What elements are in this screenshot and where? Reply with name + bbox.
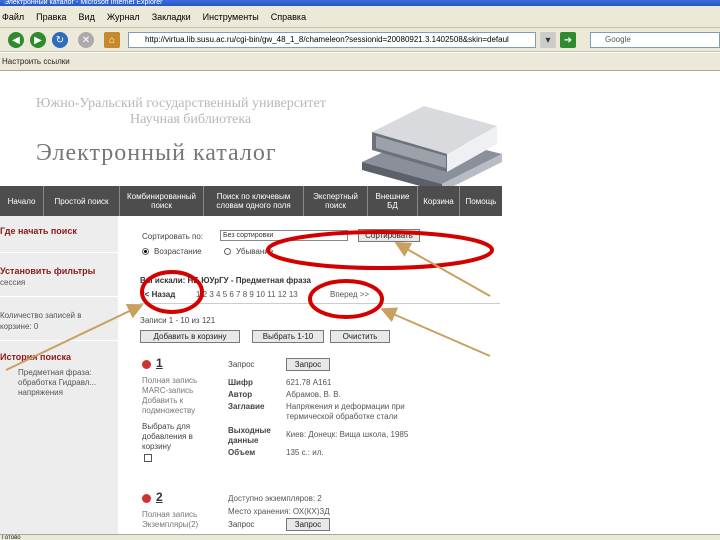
nav-external-db[interactable]: Внешние БД	[368, 186, 418, 216]
forward-link[interactable]: Вперед >>	[330, 290, 369, 299]
page-numbers[interactable]: 1 2 3 4 5 6 7 8 9 10 11 12 13	[196, 290, 298, 299]
ascending-radio[interactable]	[142, 248, 149, 255]
record-marker-icon	[142, 360, 151, 369]
sidebar-search-history[interactable]: История поиска	[0, 352, 71, 362]
location-text: Место хранения: ОХ(КХ)ЗД	[228, 507, 330, 516]
ascending-label: Возрастание	[154, 247, 202, 256]
nav-cart[interactable]: Корзина	[418, 186, 460, 216]
search-query-heading: Вы искали: НБ ЮУрГУ - Предметная фраза	[140, 276, 311, 285]
navigation-toolbar: ◀ ▶ ↻ ✕ ⌂ http://virtua.lib.susu.ac.ru/c…	[0, 28, 720, 52]
field-value: 135 с.: ил.	[286, 448, 324, 457]
request-button[interactable]: Запрос	[286, 358, 330, 371]
field-value: Абрамов, В. В.	[286, 390, 341, 399]
menu-view[interactable]: Вид	[79, 12, 95, 22]
sort-button[interactable]: Сортировать	[358, 229, 420, 242]
sidebar-divider	[0, 252, 118, 253]
descending-label: Убывание	[236, 247, 274, 256]
nav-keyword-search[interactable]: Поиск по ключевым словам одного поля	[204, 186, 304, 216]
web-page: Южно-Уральский государственный университ…	[0, 72, 720, 534]
records-range: Записи 1 - 10 из 121	[140, 316, 216, 325]
field-value: 621.78 А161	[286, 378, 332, 387]
field-key: Автор	[228, 390, 253, 399]
field-value: Киев: Донецк: Вища школа, 1985	[286, 430, 409, 439]
request-button[interactable]: Запрос	[286, 518, 330, 531]
select-range-button[interactable]: Выбрать 1-10	[252, 330, 324, 343]
status-bar: Готово	[0, 534, 720, 540]
menu-edit[interactable]: Правка	[36, 12, 66, 22]
home-icon[interactable]: ⌂	[104, 32, 120, 48]
catalog-title: Электронный каталог	[36, 140, 277, 166]
books-logo	[362, 106, 502, 192]
nav-combined-search[interactable]: Комбинированный поиск	[120, 186, 204, 216]
record-side-links[interactable]: Полная запись Экземпляры(2)	[142, 510, 222, 530]
nav-help[interactable]: Помощь	[460, 186, 502, 216]
back-icon[interactable]: ◀	[8, 32, 24, 48]
reload-icon[interactable]: ↻	[52, 32, 68, 48]
stop-icon[interactable]: ✕	[78, 32, 94, 48]
choose-for-cart-checkbox[interactable]	[144, 454, 152, 462]
sidebar: Где начать поиск Установить фильтры сесс…	[0, 216, 118, 534]
sidebar-divider	[0, 296, 118, 297]
nav-simple-search[interactable]: Простой поиск	[44, 186, 120, 216]
menu-file[interactable]: Файл	[2, 12, 24, 22]
sidebar-where-to-start[interactable]: Где начать поиск	[0, 226, 112, 236]
field-value: Напряжения и деформации при термической …	[286, 402, 405, 421]
sidebar-divider	[0, 340, 118, 341]
nav-expert-search[interactable]: Экспертный поиск	[304, 186, 368, 216]
field-key: Шифр	[228, 378, 253, 387]
record-marker-icon	[142, 494, 151, 503]
field-key: Заглавие	[228, 402, 265, 411]
sidebar-history-note[interactable]: Предметная фраза: обработка Гидравл... н…	[18, 368, 114, 398]
sort-label: Сортировать по:	[142, 232, 204, 241]
field-key: Выходные данные	[228, 426, 271, 445]
record-number[interactable]: 2	[156, 490, 163, 504]
top-navigation: Начало Простой поиск Комбинированный пои…	[0, 186, 502, 216]
university-name: Южно-Уральский государственный университ…	[36, 96, 326, 111]
library-name: Научная библиотека	[130, 112, 252, 127]
descending-radio[interactable]	[224, 248, 231, 255]
go-icon[interactable]: ➜	[560, 32, 576, 48]
nav-home[interactable]: Начало	[0, 186, 44, 216]
address-dropdown-icon[interactable]: ▾	[540, 32, 556, 48]
record-number[interactable]: 1	[156, 356, 163, 370]
request-label: Запрос	[228, 520, 255, 529]
menu-help[interactable]: Справка	[271, 12, 306, 22]
forward-icon[interactable]: ▶	[30, 32, 46, 48]
sidebar-session: сессия	[0, 278, 26, 287]
field-key: Объем	[228, 448, 256, 457]
menu-bookmarks[interactable]: Закладки	[152, 12, 191, 22]
search-input[interactable]: Google	[590, 32, 720, 48]
choose-for-cart-label: Выбрать для добавления в корзину	[142, 422, 193, 451]
add-to-cart-button[interactable]: Добавить в корзину	[140, 330, 240, 343]
back-link[interactable]: << Назад	[140, 290, 175, 299]
sidebar-set-filters[interactable]: Установить фильтры	[0, 266, 95, 276]
request-label: Запрос	[228, 360, 255, 369]
divider	[140, 303, 500, 304]
record-side-links[interactable]: Полная запись MARC-запись Добавить к под…	[142, 376, 214, 416]
results-panel: Сортировать по: Без сортировки Сортирова…	[118, 216, 502, 534]
sort-select[interactable]: Без сортировки	[220, 230, 348, 241]
clear-button[interactable]: Очистить	[330, 330, 390, 343]
menu-tools[interactable]: Инструменты	[203, 12, 259, 22]
availability-text: Доступно экземпляров: 2	[228, 494, 322, 503]
links-toolbar[interactable]: Настроить ссылки	[0, 53, 720, 71]
address-bar[interactable]: http://virtua.lib.susu.ac.ru/cgi-bin/gw_…	[128, 32, 536, 48]
menu-bar: Файл Правка Вид Журнал Закладки Инструме…	[0, 6, 720, 28]
sidebar-records-count: Количество записей в корзине: 0	[0, 311, 82, 331]
menu-history[interactable]: Журнал	[107, 12, 140, 22]
